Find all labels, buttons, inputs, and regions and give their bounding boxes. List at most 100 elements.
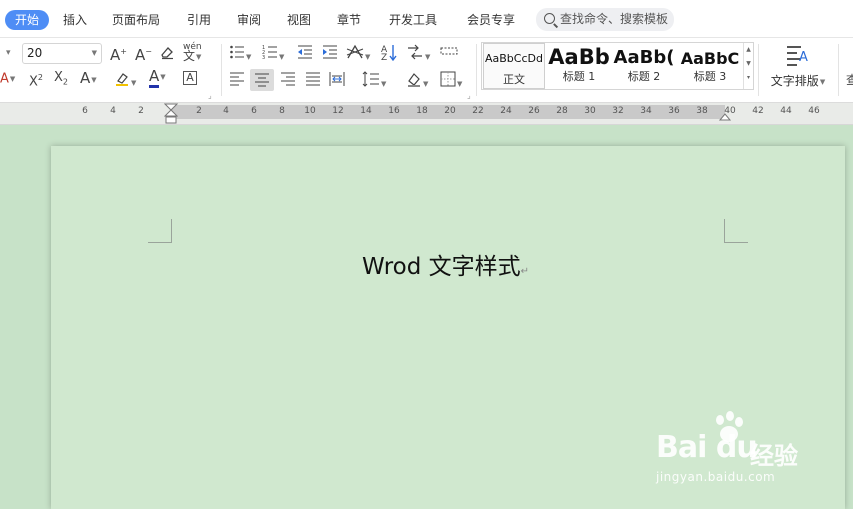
- character-border-icon[interactable]: A: [183, 70, 197, 88]
- tab-view[interactable]: 视图: [287, 10, 311, 30]
- shading-icon[interactable]: ▼: [406, 71, 428, 89]
- shrink-font-icon[interactable]: A−: [135, 44, 152, 63]
- ruler-tick-label: 32: [612, 106, 624, 116]
- ruler-tick-label: 30: [584, 106, 596, 116]
- style-normal[interactable]: AaBbCcDd 正文: [483, 43, 545, 89]
- ruler-tick-label: 10: [304, 106, 316, 116]
- divider: [476, 44, 477, 96]
- ribbon-toolbar: ▾ 20 ▼ A+ A− wén 文▼ A▼ X2 X2 A▼ ▼ A▼ A ⌟ …: [0, 38, 853, 103]
- text-effect-icon[interactable]: A▼: [0, 71, 15, 89]
- subscript-icon[interactable]: X2: [54, 70, 68, 88]
- highlight-color-icon[interactable]: ▼: [114, 70, 136, 88]
- gallery-more-icon[interactable]: ▾: [747, 74, 750, 81]
- ruler-tick-label: 14: [360, 106, 372, 116]
- borders-icon[interactable]: ▼: [440, 71, 462, 89]
- next-group-overflow[interactable]: 查: [846, 72, 853, 90]
- tab-chapter[interactable]: 章节: [337, 10, 361, 30]
- divider: [758, 44, 759, 96]
- tab-member[interactable]: 会员专享: [467, 10, 515, 30]
- tab-home[interactable]: 开始: [5, 10, 50, 30]
- style-h3-sample: AaBbC: [680, 49, 740, 68]
- styles-gallery-scrollbar[interactable]: ▲ ▼ ▾: [743, 43, 753, 89]
- font-name-dropdown-arrow[interactable]: ▾: [6, 45, 11, 63]
- decrease-indent-icon[interactable]: [297, 44, 313, 62]
- paw-logo-icon: [716, 411, 743, 442]
- scroll-up-icon[interactable]: ▲: [746, 46, 751, 53]
- ruler-tick-label: 2: [196, 106, 202, 116]
- ruler-tick-label: 6: [251, 106, 257, 116]
- ruler-tick-label: 8: [279, 106, 285, 116]
- ruler-tick-label: 38: [696, 106, 708, 116]
- horizontal-ruler[interactable]: 6 4 2 2 4 6 8 10 12 14 16 18 20 22 24 26 28 30 32 34 36 38 40 4…: [0, 103, 853, 125]
- ruler-tick-label: 18: [416, 106, 428, 116]
- margin-corner-top-left: [148, 219, 172, 243]
- increase-indent-icon[interactable]: [322, 44, 338, 62]
- styles-gallery: AaBbCcDd 正文 AaBb 标题 1 AaBb( 标题 2 AaBbC 标…: [481, 42, 754, 90]
- ruler-tick-label: 34: [640, 106, 652, 116]
- ruler-tick-label: 4: [223, 106, 229, 116]
- font-size-field[interactable]: 20 ▼: [22, 43, 102, 64]
- ruler-tick-label: 42: [752, 106, 764, 116]
- ruler-tick-label: 16: [388, 106, 400, 116]
- watermark-brand-suffix: 经验: [750, 442, 798, 470]
- tab-page-layout[interactable]: 页面布局: [112, 10, 160, 30]
- ruler-tick-label: 2: [138, 106, 144, 116]
- text-layout-label: 文字排版▼: [770, 74, 826, 88]
- text-layout-button[interactable]: A 文字排版▼: [765, 42, 831, 92]
- ruler-tick-label: 22: [472, 106, 484, 116]
- style-heading-2[interactable]: AaBb( 标题 2: [612, 43, 676, 89]
- grow-font-icon[interactable]: A+: [110, 44, 127, 63]
- style-h1-name: 标题 1: [562, 70, 596, 83]
- style-h1-sample: AaBb: [548, 45, 610, 69]
- baidu-watermark: Bai du 经验 jingyan.baidu.com: [656, 410, 816, 490]
- ruler-tick-label: 6: [82, 106, 88, 116]
- tab-developer[interactable]: 开发工具: [389, 10, 437, 30]
- tab-references[interactable]: 引用: [187, 10, 211, 30]
- text-outline-icon[interactable]: A▼: [80, 70, 97, 88]
- divider: [838, 44, 839, 96]
- scroll-down-icon[interactable]: ▼: [746, 60, 751, 67]
- search-icon: [544, 13, 555, 24]
- ruler-tick-label: 28: [556, 106, 568, 116]
- show-hide-marks-icon[interactable]: ▼: [406, 44, 430, 62]
- ruler-tick-label: 26: [528, 106, 540, 116]
- svg-text:Z: Z: [381, 53, 387, 61]
- table-borders-icon[interactable]: [440, 44, 458, 62]
- align-center-icon[interactable]: [250, 69, 274, 91]
- style-h3-name: 标题 3: [693, 70, 727, 83]
- ruler-tick-label: 20: [444, 106, 456, 116]
- divider: [221, 44, 222, 96]
- phonetic-guide-icon[interactable]: wén 文▼: [183, 43, 202, 63]
- ruler-tick-label: 46: [808, 106, 820, 116]
- ruler-tick-label: 12: [332, 106, 344, 116]
- chinese-layout-icon[interactable]: ▼: [346, 44, 370, 62]
- numbered-list-icon[interactable]: 1 2 3 ▼: [262, 44, 284, 62]
- style-heading-1[interactable]: AaBb 标题 1: [546, 43, 612, 89]
- align-left-icon[interactable]: [229, 71, 245, 89]
- font-color-icon[interactable]: A▼: [149, 67, 166, 88]
- ruler-tick-label: 44: [780, 106, 792, 116]
- superscript-icon[interactable]: X2: [29, 70, 43, 89]
- search-placeholder: 查找命令、搜索模板: [560, 12, 669, 26]
- clear-format-icon[interactable]: [159, 44, 175, 62]
- ruler-tick-label: 36: [668, 106, 680, 116]
- align-right-icon[interactable]: [280, 71, 296, 89]
- bullet-list-icon[interactable]: ▼: [229, 44, 251, 62]
- sort-icon[interactable]: AZ: [381, 43, 397, 63]
- text-layout-icon: A: [787, 44, 809, 66]
- svg-text:3: 3: [262, 55, 265, 60]
- justify-icon[interactable]: [305, 71, 321, 89]
- indent-marker-icon[interactable]: [164, 103, 178, 125]
- margin-corner-top-right: [724, 219, 748, 243]
- tab-insert[interactable]: 插入: [63, 10, 87, 30]
- distributed-align-icon[interactable]: [329, 71, 345, 89]
- tab-review[interactable]: 审阅: [237, 10, 261, 30]
- command-search-input[interactable]: 查找命令、搜索模板: [536, 8, 674, 31]
- style-h2-sample: AaBb(: [613, 47, 675, 68]
- ruler-tick-label: 24: [500, 106, 512, 116]
- line-spacing-icon[interactable]: ▼: [362, 71, 386, 89]
- document-heading[interactable]: Wrod 文字样式↵: [362, 247, 529, 281]
- style-heading-3[interactable]: AaBbC 标题 3: [677, 43, 743, 89]
- ribbon-tab-bar: 开始 插入 页面布局 引用 审阅 视图 章节 开发工具 会员专享 查找命令、搜索…: [0, 0, 853, 38]
- chevron-down-icon: ▼: [91, 49, 97, 57]
